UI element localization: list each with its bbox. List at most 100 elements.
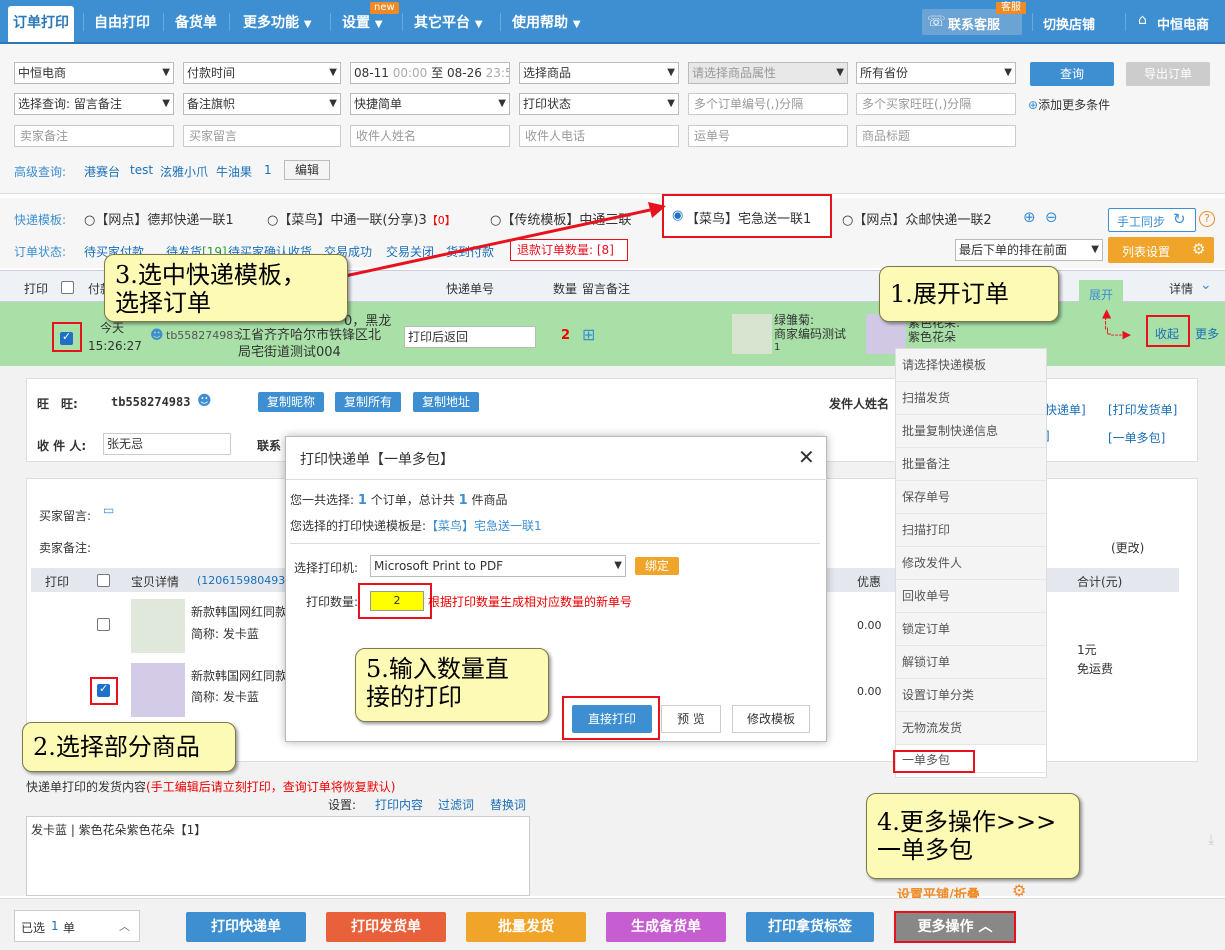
saved-query-link[interactable]: 1	[264, 163, 272, 177]
print-pickup-label-button[interactable]: 打印拿货标签	[746, 912, 874, 942]
recipient-name-field[interactable]: 张无忌	[103, 433, 231, 455]
saved-query-link[interactable]: 港赛台	[84, 163, 120, 180]
preview-button[interactable]: 预 览	[661, 705, 721, 733]
menu-copy-express-info[interactable]: 批量复制快递信息	[896, 415, 1046, 448]
store-select[interactable]: 中恒电商	[14, 62, 174, 84]
selected-count-box[interactable]: 已选 1 单 ︿	[14, 910, 140, 942]
menu-scan-ship[interactable]: 扫描发货	[896, 382, 1046, 415]
remove-template-icon[interactable]: ⊖	[1045, 208, 1058, 226]
tab-free-print[interactable]: 自由打印	[94, 11, 150, 35]
batch-ship-button[interactable]: 批量发货	[466, 912, 586, 942]
select-all-checkbox[interactable]	[61, 281, 74, 294]
menu-unlock-order[interactable]: 解锁订单	[896, 646, 1046, 679]
template-option[interactable]: ○【网点】众邮快递一联2	[842, 209, 992, 228]
menu-batch-memo[interactable]: 批量备注	[896, 448, 1046, 481]
more-link[interactable]: 更多	[1195, 325, 1219, 342]
template-option[interactable]: ○【传统模板】中通三联	[490, 209, 660, 228]
template-option[interactable]: ○【网点】德邦快递一联1	[84, 209, 234, 228]
item-checkbox[interactable]	[97, 618, 110, 631]
recipient-phone-input[interactable]: 收件人电话	[519, 125, 679, 147]
product-title-input[interactable]: 商品标题	[856, 125, 1016, 147]
query-type-select[interactable]: 选择查询: 留言备注	[14, 93, 174, 115]
date-range-input[interactable]: 08-11 00:00 至 08-26 23:59	[350, 62, 510, 84]
scroll-down-icon[interactable]: ⤓	[1208, 832, 1214, 848]
help-icon[interactable]: ?	[1199, 211, 1215, 227]
modify-template-button[interactable]: 修改模板	[732, 705, 810, 733]
print-status-select[interactable]: 打印状态	[519, 93, 679, 115]
tab-help[interactable]: 使用帮助 ▼	[512, 11, 581, 35]
sort-select[interactable]: 最后下单的排在前面	[955, 239, 1103, 261]
modify-memo-link[interactable]: (更改)	[1111, 539, 1144, 556]
menu-edit-sender[interactable]: 修改发件人	[896, 547, 1046, 580]
saved-query-link[interactable]: test	[130, 163, 153, 177]
saved-query-link[interactable]: 牛油果	[216, 163, 252, 180]
generate-stock-list-button[interactable]: 生成备货单	[606, 912, 726, 942]
status-tab-closed[interactable]: 交易关闭	[386, 243, 434, 260]
tab-other-platforms[interactable]: 其它平台 ▼	[414, 11, 483, 35]
add-memo-icon[interactable]: ⊞	[582, 325, 595, 344]
add-condition-link[interactable]: ⊕添加更多条件	[1028, 96, 1110, 113]
switch-store-link[interactable]: 切换店铺	[1043, 14, 1095, 33]
print-content-link[interactable]: 打印内容	[375, 796, 423, 813]
printer-label: 选择打印机:	[294, 561, 359, 575]
province-select[interactable]: 所有省份	[856, 62, 1016, 84]
expand-button[interactable]: 展开	[1079, 280, 1123, 310]
print-waybill-link[interactable]: 快递单]	[1045, 401, 1086, 418]
copy-all-button[interactable]: 复制所有	[335, 392, 402, 412]
status-tab-cod[interactable]: 货到付款	[446, 243, 494, 260]
filter-words-link[interactable]: 过滤词	[438, 796, 474, 813]
menu-ship-no-logistics[interactable]: 无物流发货	[896, 712, 1046, 745]
print-invoice-link[interactable]: [打印发货单]	[1108, 401, 1177, 418]
wangwang-icon[interactable]: ☻	[150, 328, 164, 343]
tab-settings[interactable]: 设置 ▼	[342, 11, 383, 35]
waybill-input[interactable]: 运单号	[688, 125, 848, 147]
menu-save-waybill[interactable]: 保存单号	[896, 481, 1046, 514]
copy-nickname-button[interactable]: 复制昵称	[258, 392, 325, 412]
menu-recycle-waybill[interactable]: 回收单号	[896, 580, 1046, 613]
time-type-select[interactable]: 付款时间	[183, 62, 341, 84]
chat-icon: ▭	[103, 503, 115, 517]
bind-printer-button[interactable]: 绑定	[635, 557, 679, 575]
replace-words-link[interactable]: 替换词	[490, 796, 526, 813]
close-icon[interactable]: ✕	[798, 445, 815, 469]
waybill-field[interactable]: 打印后返回	[404, 326, 536, 348]
flag-select[interactable]: 备注旗帜	[183, 93, 341, 115]
menu-select-template[interactable]: 请选择快递模板	[896, 349, 1046, 382]
print-invoice-button[interactable]: 打印发货单	[326, 912, 446, 942]
buyer-message-input[interactable]: 买家留言	[183, 125, 341, 147]
tab-order-print[interactable]: 订单打印	[8, 6, 74, 42]
export-button[interactable]: 导出订单	[1126, 62, 1210, 86]
print-waybill-button[interactable]: 打印快递单	[186, 912, 306, 942]
buyer-ids-input[interactable]: 多个买家旺旺(,)分隔	[856, 93, 1016, 115]
order-ids-input[interactable]: 多个订单编号(,)分隔	[688, 93, 848, 115]
callout-select-template: 3.选中快递模板， 选择订单	[104, 254, 348, 322]
column-settings-button[interactable]: 列表设置 ⚙	[1108, 237, 1214, 263]
print-content-textarea[interactable]: 发卡蓝 | 紫色花朵紫色花朵【1】	[26, 816, 530, 896]
menu-scan-print[interactable]: 扫描打印	[896, 514, 1046, 547]
menu-order-category[interactable]: 设置订单分类	[896, 679, 1046, 712]
menu-lock-order[interactable]: 锁定订单	[896, 613, 1046, 646]
saved-query-link[interactable]: 泫雅小爪	[160, 163, 208, 180]
product-select[interactable]: 选择商品	[519, 62, 679, 84]
callout-enter-quantity: 5.输入数量直 接的打印	[355, 648, 549, 722]
multi-package-link[interactable]: [一单多包]	[1108, 429, 1165, 446]
tab-stock[interactable]: 备货单	[175, 11, 217, 35]
select-all-items-checkbox[interactable]	[97, 574, 110, 587]
refund-orders-badge[interactable]: 退款订单数量: [8]	[510, 239, 628, 261]
wangwang-icon[interactable]: ☻	[197, 393, 212, 409]
edit-button[interactable]: 编辑	[284, 160, 330, 180]
nav-divider	[163, 13, 164, 31]
template-option[interactable]: ○【菜鸟】中通一联(分享)3【0】	[267, 209, 456, 228]
quick-filter-select[interactable]: 快捷简单	[350, 93, 510, 115]
seller-memo-input[interactable]: 卖家备注	[14, 125, 174, 147]
copy-address-button[interactable]: 复制地址	[413, 392, 480, 412]
add-template-icon[interactable]: ⊕	[1023, 208, 1036, 226]
tab-help-label: 使用帮助	[512, 15, 568, 31]
query-button[interactable]: 查询	[1030, 62, 1114, 86]
chevron-down-icon[interactable]: ⌄	[1200, 277, 1212, 293]
product-attr-select[interactable]: 请选择商品属性	[688, 62, 848, 84]
manual-sync-button[interactable]: 手工同步 ↻	[1108, 208, 1196, 232]
tab-more-features[interactable]: 更多功能 ▼	[243, 11, 312, 35]
printer-select[interactable]: Microsoft Print to PDF	[370, 555, 626, 577]
recipient-name-input[interactable]: 收件人姓名	[350, 125, 510, 147]
